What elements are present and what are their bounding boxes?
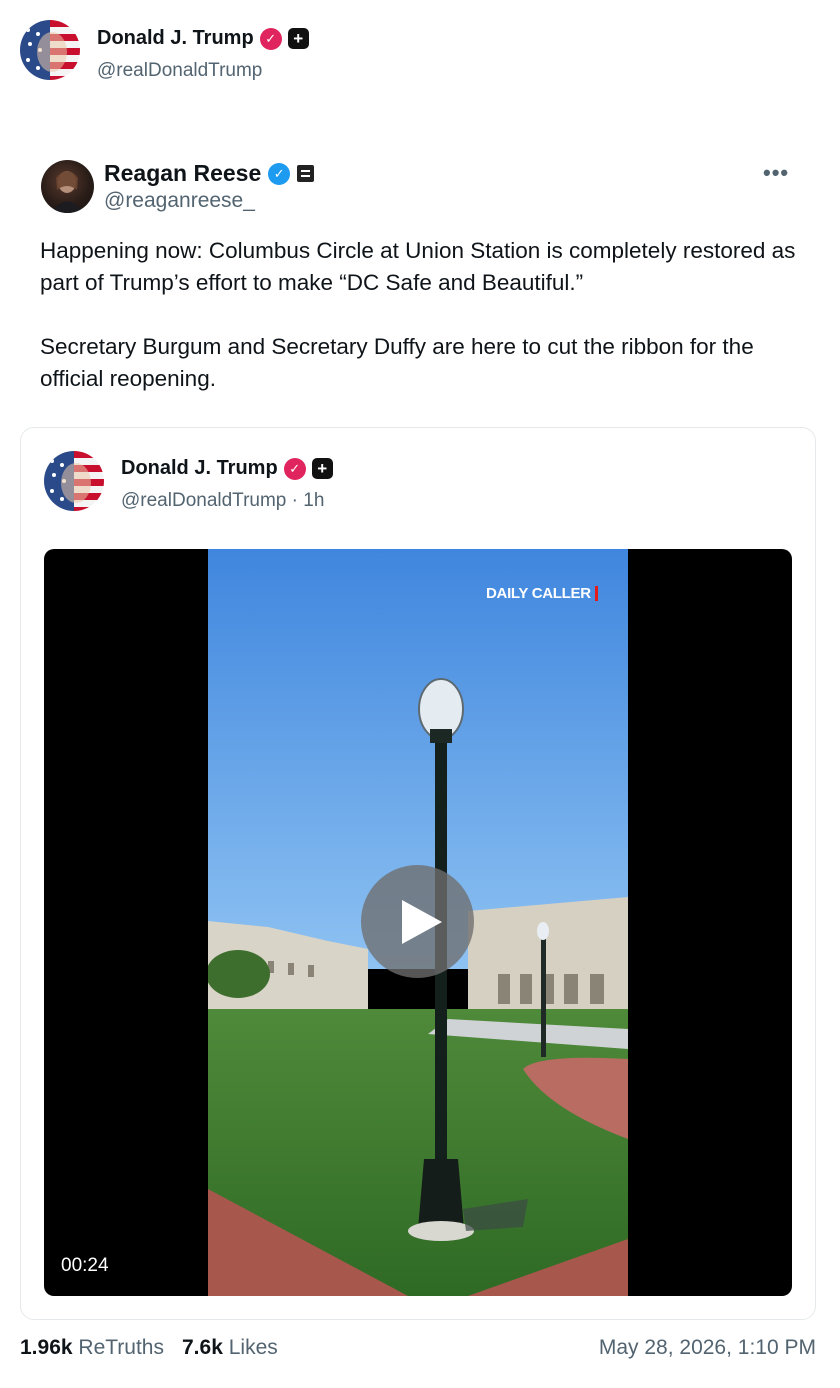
likes-count: 7.6k [182, 1336, 223, 1359]
likes-label: Likes [228, 1336, 278, 1359]
author-name[interactable]: Donald J. Trump [97, 27, 254, 50]
verified-badge-icon: ✓ [259, 27, 282, 50]
embedded-author-meta: @realDonaldTrump · 1h [121, 490, 324, 512]
video-watermark: DAILY CALLER [486, 586, 598, 601]
quoted-author-avatar[interactable] [41, 160, 94, 213]
author-avatar[interactable] [20, 20, 80, 80]
video-player[interactable]: DAILY CALLER 00:24 [44, 549, 792, 1296]
plus-badge-icon: + [287, 28, 309, 49]
post-timestamp[interactable]: May 28, 2026, 1:10 PM [599, 1336, 816, 1360]
embedded-author-handle[interactable]: @realDonaldTrump [121, 490, 286, 511]
embedded-author-name[interactable]: Donald J. Trump [121, 457, 278, 480]
quoted-author-name[interactable]: Reagan Reese [104, 160, 261, 187]
author-handle[interactable]: @realDonaldTrump [97, 60, 262, 82]
play-button[interactable] [361, 865, 474, 978]
author-name-row[interactable]: Donald J. Trump ✓ + [97, 27, 309, 50]
retruths-label: ReTruths [78, 1336, 164, 1359]
retruths-count: 1.96k [20, 1336, 73, 1359]
affiliation-badge-icon [297, 165, 315, 182]
embedded-author-avatar[interactable] [44, 451, 104, 511]
post-paragraph: Happening now: Columbus Circle at Union … [40, 238, 796, 295]
verified-badge-icon: ✓ [268, 162, 291, 185]
post-stats: 1.96k ReTruths 7.6k Likes [20, 1336, 278, 1360]
quoted-author-name-row[interactable]: Reagan Reese ✓ [104, 160, 315, 187]
video-duration: 00:24 [61, 1255, 109, 1276]
more-options-button[interactable]: ••• [763, 160, 789, 186]
retruths-stat[interactable]: 1.96k ReTruths [20, 1336, 164, 1360]
play-icon [401, 899, 442, 944]
quoted-author-handle[interactable]: @reaganreese_ [104, 189, 255, 213]
likes-stat[interactable]: 7.6k Likes [182, 1336, 278, 1360]
verified-badge-icon: ✓ [283, 457, 306, 480]
post-age[interactable]: 1h [303, 490, 324, 511]
post-paragraph: Secretary Burgum and Secretary Duffy are… [40, 334, 754, 391]
plus-badge-icon: + [311, 458, 333, 479]
meta-separator: · [286, 490, 304, 511]
embedded-author-name-row[interactable]: Donald J. Trump ✓ + [121, 457, 333, 480]
